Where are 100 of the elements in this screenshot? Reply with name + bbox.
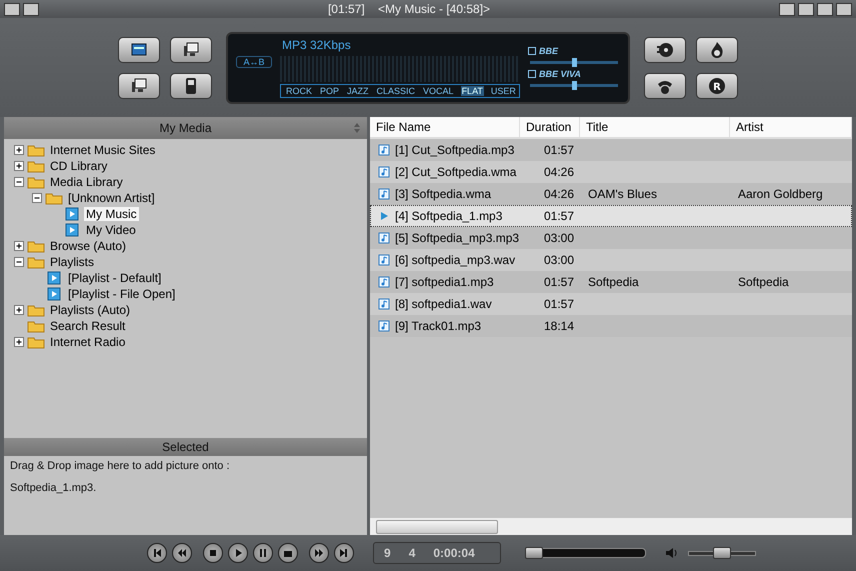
music-file-icon (378, 298, 390, 310)
next-button[interactable] (334, 543, 354, 563)
eq-preset[interactable]: FLAT (460, 86, 484, 96)
collapse-toggle-icon[interactable] (14, 257, 24, 267)
volume-slider[interactable] (712, 546, 731, 558)
folder-icon (27, 255, 45, 269)
folder-icon (45, 191, 63, 205)
file-name: [9] Track01.mp3 (395, 319, 482, 333)
music-file-icon (378, 254, 390, 266)
previous-icon (152, 548, 162, 558)
playlist-row[interactable]: [3] Softpedia.wma 04:26 OAM's Blues Aaron Goldberg (370, 183, 852, 205)
column-header[interactable]: Artist (730, 117, 852, 137)
music-file-icon (378, 276, 390, 288)
tree-item[interactable]: My Video (84, 223, 138, 237)
play-icon (378, 210, 390, 222)
effect-slider[interactable] (572, 58, 577, 66)
duration-cell-text: 01:57 (542, 142, 575, 159)
effect-checkbox[interactable] (528, 46, 536, 54)
pause-button[interactable] (253, 543, 273, 563)
media-file-icon (45, 287, 63, 301)
horizontal-scrollbar[interactable] (370, 518, 852, 535)
eq-preset[interactable]: CLASSIC (376, 86, 416, 96)
seek-slider[interactable] (524, 547, 543, 559)
play-button[interactable] (228, 543, 248, 563)
playlist-row[interactable]: [8] softpedia1.wav 01:57 (370, 293, 852, 315)
file-name: [3] Softpedia.wma (395, 187, 492, 201)
tree-item[interactable]: [Unknown Artist] (66, 191, 157, 205)
record-button[interactable]: R (696, 72, 738, 98)
column-header[interactable]: File Name (370, 117, 520, 137)
open-button[interactable] (278, 543, 298, 563)
fast-forward-icon (314, 548, 324, 558)
music-file-icon (378, 232, 390, 244)
stop-button[interactable] (203, 543, 223, 563)
collapse-toggle-icon[interactable] (14, 177, 24, 187)
column-header[interactable]: Duration (520, 117, 580, 137)
playlist-row[interactable]: [4] Softpedia_1.mp3 01:57 (370, 205, 852, 227)
media-file-icon (45, 271, 63, 285)
effect-slider[interactable] (572, 80, 577, 90)
folder-icon (27, 159, 45, 173)
player-button[interactable] (170, 72, 212, 98)
effect-checkbox[interactable] (528, 70, 536, 78)
file-name: [6] softpedia_mp3.wav (395, 253, 516, 267)
artist-cell-text: Aaron Goldberg (737, 186, 824, 203)
tree-item[interactable]: Search Result (48, 319, 128, 333)
music-file-icon (378, 188, 390, 200)
window-title: [01:57] <My Music - [40:58]> (326, 2, 492, 16)
folder-icon (27, 303, 45, 317)
file-name: [1] Cut_Softpedia.mp3 (395, 143, 514, 157)
music-file-icon (378, 320, 390, 332)
eq-preset[interactable]: ROCK (285, 86, 314, 96)
tree-item[interactable]: CD Library (48, 159, 110, 173)
title-cell-text: OAM's Blues (587, 186, 658, 203)
tree-item[interactable]: Internet Radio (48, 335, 128, 349)
eq-preset[interactable]: POP (319, 86, 340, 96)
playlist-row[interactable]: [9] Track01.mp3 18:14 (370, 315, 852, 337)
eq-preset[interactable]: USER (490, 86, 517, 96)
rewind-button[interactable] (172, 543, 192, 563)
tree-item[interactable]: Playlists (Auto) (48, 303, 132, 317)
file-name: [2] Cut_Softpedia.wma (395, 165, 516, 179)
tree-item[interactable]: [Playlist - File Open] (66, 287, 178, 301)
eq-preset[interactable]: VOCAL (422, 86, 455, 96)
phone-button[interactable] (644, 72, 686, 98)
tree-item[interactable]: Browse (Auto) (48, 239, 128, 253)
duration-cell-text: 03:00 (542, 252, 575, 269)
duration-cell-text: 04:26 (542, 164, 575, 181)
playlist-row[interactable]: [1] Cut_Softpedia.mp3 01:57 (370, 139, 852, 161)
duration-cell-text: 04:26 (542, 186, 575, 203)
media-file-icon (63, 207, 81, 221)
monitor-button[interactable] (170, 36, 212, 62)
playlist-row[interactable]: [2] Cut_Softpedia.wma 04:26 (370, 161, 852, 183)
expand-toggle-icon[interactable] (14, 145, 24, 155)
eq-preset[interactable]: JAZZ (346, 86, 370, 96)
tree-item[interactable]: Media Library (48, 175, 125, 189)
playlist-row[interactable]: [6] softpedia_mp3.wav 03:00 (370, 249, 852, 271)
expand-toggle-icon[interactable] (14, 305, 24, 315)
layout-button[interactable] (118, 36, 160, 62)
playlist-row[interactable]: [5] Softpedia_mp3.mp3 03:00 (370, 227, 852, 249)
next-icon (339, 548, 349, 558)
ab-repeat-button[interactable]: A↔B (236, 56, 272, 68)
track-number: 4 (408, 546, 416, 560)
collapse-toggle-icon[interactable] (32, 193, 42, 203)
expand-toggle-icon[interactable] (14, 161, 24, 171)
tree-item[interactable]: My Music (84, 207, 139, 221)
volume-icon (665, 546, 679, 560)
fast-forward-button[interactable] (309, 543, 329, 563)
record-label: R (707, 76, 727, 96)
expand-toggle-icon[interactable] (14, 241, 24, 251)
previous-button[interactable] (147, 543, 167, 563)
tree-item[interactable]: Internet Music Sites (48, 143, 158, 157)
file-name: [5] Softpedia_mp3.mp3 (395, 231, 520, 245)
expand-toggle-icon[interactable] (14, 337, 24, 347)
playlist-row[interactable]: [7] softpedia1.mp3 01:57 Softpedia Softpedia (370, 271, 852, 293)
disc-button[interactable] (644, 36, 686, 62)
monitor-button[interactable] (118, 72, 160, 98)
effect-label: BBE VIVA (539, 68, 581, 78)
folder-icon (27, 319, 45, 333)
tree-item[interactable]: Playlists (48, 255, 96, 269)
media-file-icon (63, 223, 81, 237)
tree-item[interactable]: [Playlist - Default] (66, 271, 164, 285)
column-header[interactable]: Title (580, 117, 730, 137)
